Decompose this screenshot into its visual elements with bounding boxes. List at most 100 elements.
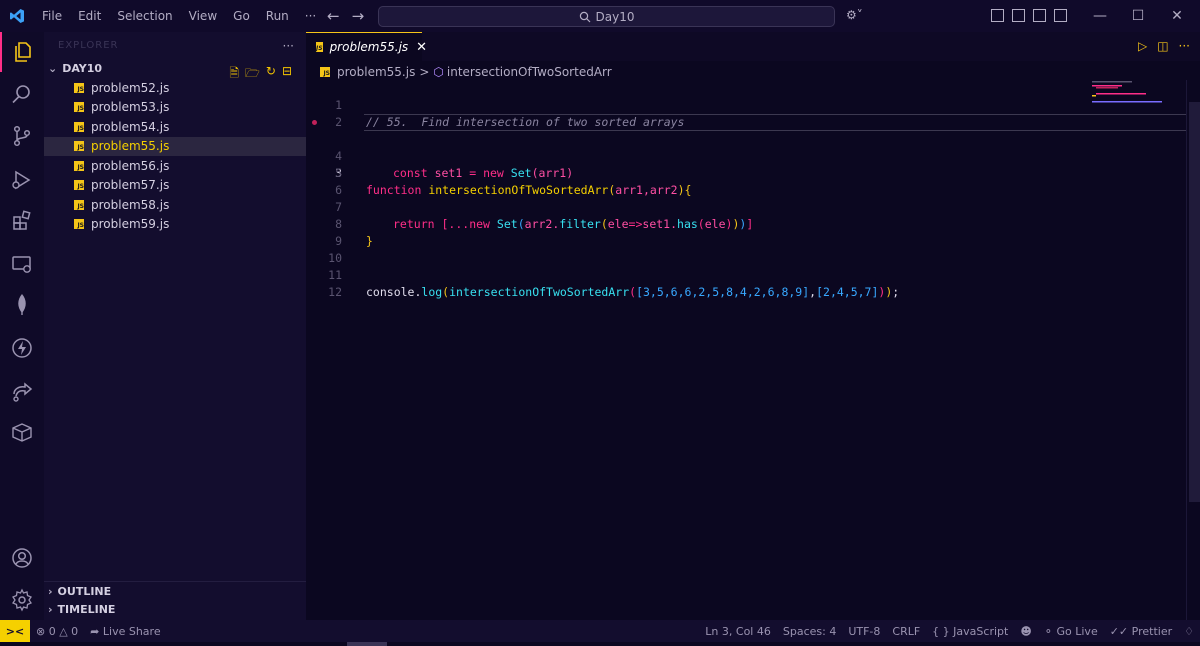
minimap[interactable] [1092,80,1186,120]
tab-problem55[interactable]: JS problem55.js ✕ [306,32,427,61]
token-function-call: intersectionOfTwoSortedArr [449,285,630,299]
mongodb-leaf-icon[interactable] [0,284,44,324]
encoding[interactable]: UTF-8 [842,625,886,638]
live-share-status[interactable]: ➦ Live Share [84,625,166,638]
accounts-icon[interactable] [0,538,44,578]
breadcrumb-separator: > [419,65,430,79]
js-file-icon: JS [320,67,330,77]
breadcrumb-symbol[interactable]: intersectionOfTwoSortedArr [447,65,612,79]
close-tab-icon[interactable]: ✕ [416,40,427,55]
file-item-problem59[interactable]: JS problem59.js [44,215,306,235]
run-play-icon[interactable]: ▷ [1138,39,1147,53]
file-item-problem57[interactable]: JS problem57.js [44,176,306,196]
new-folder-icon[interactable]: 🗁 [245,64,260,85]
file-label: problem58.js [91,197,170,212]
editor-scrollbar[interactable] [1186,80,1200,620]
cube-symbol-icon: ⬡ [433,65,444,79]
code-line-3: 3 function intersectionOfTwoSortedArr(ar… [306,114,1186,197]
code-line-7: 7 return [...new Set(arr2.filter(ele=>se… [306,182,1186,231]
toggle-secondary-sidebar-icon[interactable] [1054,9,1067,22]
collapse-all-icon[interactable]: ⊟ [282,64,292,85]
live-share-label: Live Share [102,624,161,638]
settings-gear-icon[interactable] [0,580,44,620]
code-line-11: 11 console.log(intersectionOfTwoSortedAr… [306,250,1186,299]
refresh-icon[interactable]: ↻ [266,64,276,85]
file-item-problem53[interactable]: JS problem53.js [44,98,306,118]
activity-bar [0,32,44,620]
outline-section[interactable]: › OUTLINE [44,581,306,600]
file-item-problem56[interactable]: JS problem56.js [44,156,306,176]
language-label: JavaScript [953,624,1009,638]
back-arrow-icon[interactable]: ← [327,7,340,25]
file-item-problem54[interactable]: JS problem54.js [44,117,306,137]
remote-indicator-icon[interactable]: >< [0,620,30,642]
explorer-more-actions[interactable]: ··· [283,39,294,53]
source-control-icon[interactable] [0,116,44,156]
js-file-icon: JS [316,42,323,52]
toggle-primary-sidebar-icon[interactable] [1012,9,1025,22]
file-item-problem55[interactable]: JS problem55.js [44,136,306,156]
menu-selection[interactable]: Selection [109,0,180,32]
menu-edit[interactable]: Edit [70,0,109,32]
file-label: problem54.js [91,119,170,134]
token-semicolon: ; [892,285,900,299]
close-window-button[interactable]: ✕ [1154,0,1200,32]
layout-controls [991,9,1067,22]
file-label: problem57.js [91,178,170,193]
indentation[interactable]: Spaces: 4 [777,625,842,638]
chevron-right-icon: › [48,603,53,616]
menu-run[interactable]: Run [258,0,297,32]
extensions-icon[interactable] [0,200,44,240]
js-file-icon: JS [74,180,84,191]
code-text: console.log(intersectionOfTwoSortedArr([… [366,284,899,301]
search-icon[interactable] [0,74,44,114]
go-live-button[interactable]: ⚬ Go Live [1038,625,1104,638]
copilot-icon[interactable]: ⚙˅ [846,8,863,22]
menu-more[interactable]: ··· [297,0,324,32]
file-item-problem58[interactable]: JS problem58.js [44,195,306,215]
scrollbar-thumb[interactable] [1189,102,1200,502]
package-box-icon[interactable] [0,412,44,452]
problems-indicator[interactable]: ⊗ 0 △ 0 [30,625,84,638]
menu-go[interactable]: Go [225,0,258,32]
file-label: problem52.js [91,80,170,95]
error-count: 0 [48,624,56,638]
breakpoint-dot-icon[interactable] [312,120,317,125]
code-editor[interactable]: 1 // 55. Find intersection of two sorted… [306,80,1186,620]
live-share-icon[interactable] [0,372,44,412]
language-mode[interactable]: { } JavaScript [926,625,1014,638]
new-file-icon[interactable]: 🗎 [229,64,239,85]
menu-view[interactable]: View [181,0,225,32]
editor-actions: ▷ ◫ ··· [1138,39,1190,53]
taskbar-edge [0,642,1200,646]
timeline-section[interactable]: › TIMELINE [44,600,306,619]
cursor-position[interactable]: Ln 3, Col 46 [699,625,777,638]
more-actions-icon[interactable]: ··· [1179,39,1190,53]
editor-tabs: JS problem55.js ✕ ▷ ◫ ··· [306,32,1200,61]
thunder-client-icon[interactable] [0,328,44,368]
customize-layout-icon[interactable] [991,9,1004,22]
current-line-highlight [364,114,1186,131]
navigation-arrows: ← → [327,0,364,32]
breadcrumb-file[interactable]: problem55.js [337,65,415,79]
menu-file[interactable]: File [34,0,70,32]
prettier-status[interactable]: ✓✓ Prettier [1104,625,1178,638]
folder-label: DAY10 [62,61,103,75]
toggle-panel-icon[interactable] [1033,9,1046,22]
folder-actions: 🗎 🗁 ↻ ⊟ [229,64,292,85]
copilot-status-icon[interactable]: ☻ [1014,625,1037,638]
code-line-8: 8 } [306,199,1186,248]
timeline-label: TIMELINE [57,603,116,616]
line-ending[interactable]: CRLF [886,625,926,638]
warning-count: 0 [71,624,79,638]
notifications-bell-icon[interactable]: ♢ [1178,625,1200,638]
forward-arrow-icon[interactable]: → [352,7,365,25]
run-debug-icon[interactable] [0,160,44,200]
command-center-search[interactable]: Day10 [378,6,835,27]
remote-explorer-icon[interactable] [0,244,44,284]
chevron-right-icon: › [48,584,53,598]
tab-label: problem55.js [329,40,409,54]
file-label: problem56.js [91,158,170,173]
split-editor-icon[interactable]: ◫ [1157,39,1168,53]
explorer-files-icon[interactable] [0,32,46,72]
